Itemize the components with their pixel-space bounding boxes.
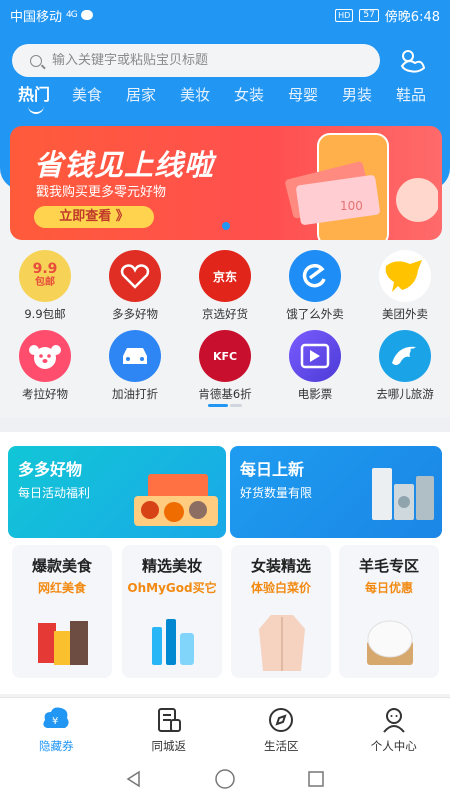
receipt-icon — [157, 708, 181, 732]
tab-menswear[interactable]: 男装 — [342, 84, 396, 124]
nav-local-cashback[interactable]: 同城返 — [113, 698, 226, 757]
tab-home[interactable]: 居家 — [126, 84, 180, 124]
promo-card-new[interactable]: 每日上新 好货数量有限 — [230, 446, 442, 538]
carrier-label: 中国移动 — [10, 9, 63, 25]
cosmetics-image — [152, 619, 194, 665]
home-icon[interactable] — [214, 768, 236, 790]
search-input[interactable] — [52, 53, 352, 68]
customer-service-icon[interactable] — [398, 46, 428, 76]
qunar-dolphin-icon — [379, 330, 431, 382]
compass-icon — [269, 708, 294, 732]
9-9-icon: 9.9 包邮 — [19, 250, 71, 302]
phone-money-illustration: 100 — [285, 133, 438, 240]
coat-image — [259, 615, 305, 671]
recents-icon[interactable] — [306, 769, 326, 789]
nav-coupons[interactable]: ¥ 隐藏券 — [0, 698, 113, 757]
card-title: 爆款美食 — [31, 557, 92, 575]
status-bar: 中国移动 4G HD 57 傍晚6:48 — [0, 0, 450, 30]
koala-icon — [19, 330, 71, 382]
category-grid: 9.9 包邮 9.9包邮 多多好物 京东 京选好货 饿了么外卖 美团外卖 考拉好… — [0, 250, 450, 408]
grid-item-jd[interactable]: 京东 京选好货 — [180, 250, 270, 328]
film-icon — [289, 330, 341, 382]
card-subtitle: 每日优惠 — [364, 581, 413, 595]
card-subtitle: 网红美食 — [37, 581, 86, 595]
tab-mother-baby[interactable]: 母婴 — [288, 84, 342, 124]
card-subtitle: 体验白菜价 — [250, 581, 311, 595]
tab-active-indicator — [28, 106, 44, 114]
search-icon — [30, 54, 42, 67]
card-title: 羊毛专区 — [358, 557, 419, 575]
bun-image — [367, 620, 413, 665]
grid-item-kaola[interactable]: 考拉好物 — [0, 330, 90, 408]
promo-banner[interactable]: 省钱见上线啦 戳我购买更多零元好物 立即查看 》 100 — [10, 126, 442, 240]
banner-view-button[interactable]: 立即查看 》 — [34, 206, 154, 228]
card-deals[interactable]: 羊毛专区 每日优惠 — [339, 545, 439, 678]
tab-womenswear[interactable]: 女装 — [234, 84, 288, 124]
promo-title: 每日上新 — [240, 460, 305, 479]
tab-shoes[interactable]: 鞋品 — [396, 84, 450, 124]
grid-item-pdd[interactable]: 多多好物 — [90, 250, 180, 328]
eleme-icon — [289, 250, 341, 302]
hd-badge: HD — [335, 8, 354, 22]
promo-subtitle: 每日活动福利 — [18, 486, 91, 500]
category-tabs: 热门 美食 居家 美妆 女装 母婴 男装 鞋品 — [0, 84, 450, 124]
grid-item-movie[interactable]: 电影票 — [270, 330, 360, 408]
svg-text:¥: ¥ — [52, 716, 58, 727]
search-bar[interactable] — [12, 44, 380, 77]
grid-page-indicator — [208, 404, 242, 407]
back-icon[interactable] — [124, 769, 144, 789]
tab-food[interactable]: 美食 — [72, 84, 126, 124]
snack-pile-image — [134, 474, 218, 526]
grid-item-meituan[interactable]: 美团外卖 — [360, 250, 450, 328]
banner-subtitle: 戳我购买更多零元好物 — [36, 185, 167, 200]
signal-icon: 4G — [66, 10, 78, 20]
nav-profile[interactable]: 个人中心 — [338, 698, 450, 757]
system-navigation-bar — [0, 757, 450, 800]
card-womenswear[interactable]: 女装精选 体验白菜价 — [231, 545, 331, 678]
clock: 傍晚6:48 — [384, 9, 440, 25]
banner-title: 省钱见上线啦 — [34, 148, 215, 182]
grid-item-kfc[interactable]: KFC 肯德基6折 — [180, 330, 270, 408]
bottom-navigation: ¥ 隐藏券 同城返 生活区 个人中心 — [0, 697, 450, 757]
grid-item-fuel[interactable]: 加油打折 — [90, 330, 180, 408]
food-image — [38, 621, 88, 665]
car-icon — [109, 330, 161, 382]
section-divider — [0, 418, 450, 432]
card-subtitle: OhMyGod买它 — [127, 581, 217, 595]
appliances-image — [372, 468, 434, 520]
grid-item-9-9[interactable]: 9.9 包邮 9.9包邮 — [0, 250, 90, 328]
card-hot-food[interactable]: 爆款美食 网红美食 — [12, 545, 112, 678]
card-title: 女装精选 — [250, 557, 311, 575]
message-icon — [80, 10, 93, 20]
tab-hot[interactable]: 热门 — [18, 84, 72, 124]
card-title: 精选美妆 — [141, 557, 202, 575]
banner-badge: 100 — [340, 199, 363, 213]
card-beauty[interactable]: 精选美妆 OhMyGod买它 — [122, 545, 222, 678]
grid-item-qunar[interactable]: 去哪儿旅游 — [360, 330, 450, 408]
meituan-kangaroo-icon — [379, 250, 431, 302]
tab-beauty[interactable]: 美妆 — [180, 84, 234, 124]
promo-card-pdd[interactable]: 多多好物 每日活动福利 — [8, 446, 226, 538]
promo-title: 多多好物 — [18, 460, 83, 479]
kfc-icon: KFC — [199, 330, 251, 382]
grid-item-eleme[interactable]: 饿了么外卖 — [270, 250, 360, 328]
person-icon — [382, 708, 405, 733]
promo-subtitle: 好货数量有限 — [240, 486, 313, 500]
jd-icon: 京东 — [199, 250, 251, 302]
nav-life[interactable]: 生活区 — [225, 698, 338, 757]
banner-page-indicator — [222, 222, 230, 230]
coupon-icon: ¥ — [43, 707, 69, 728]
pdd-icon — [109, 250, 161, 302]
battery-icon: 57 — [359, 8, 379, 22]
